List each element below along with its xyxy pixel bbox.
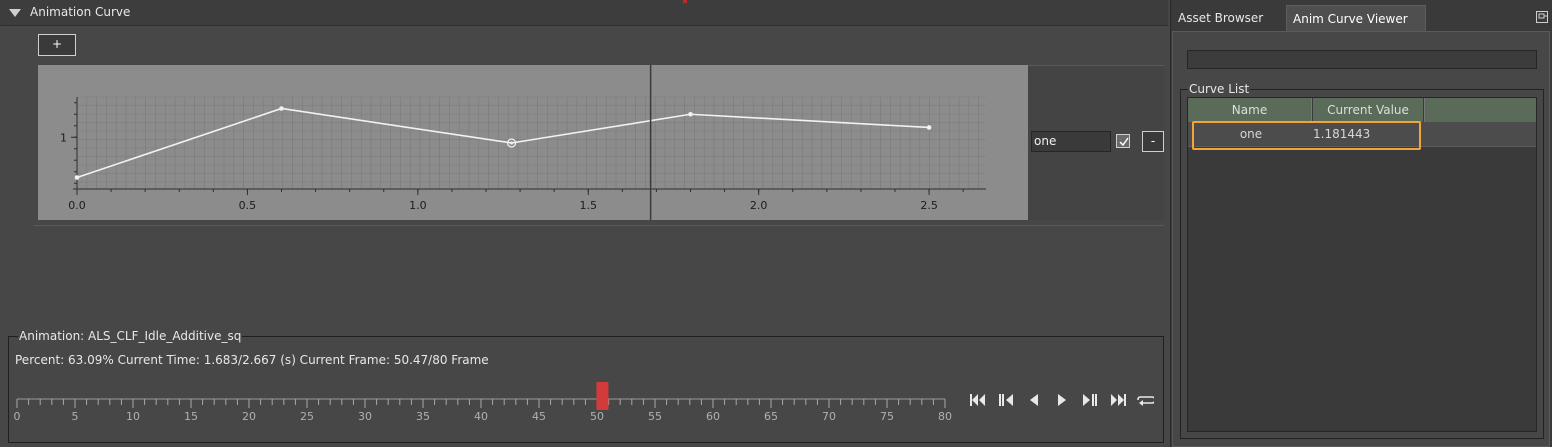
x-tick-label: 0.0: [68, 199, 86, 212]
column-header-current-value[interactable]: Current Value: [1313, 98, 1423, 122]
curve-name-input[interactable]: one: [1031, 131, 1111, 152]
tab-asset-browser[interactable]: Asset Browser: [1172, 7, 1286, 31]
step-forward-icon[interactable]: [1080, 390, 1100, 410]
curve-keyframe[interactable]: [688, 111, 693, 117]
curve-graph[interactable]: 0.0 0.5 1.0 1.5 2.0 2.5 1: [38, 65, 1028, 220]
y-tick-label: 1: [60, 131, 67, 144]
add-curve-button[interactable]: +: [38, 34, 76, 56]
curve-graph-svg[interactable]: 0.0 0.5 1.0 1.5 2.0 2.5 1: [38, 65, 1028, 220]
timeline-frame-label: 20: [242, 410, 256, 423]
timeline-frame-label: 25: [300, 410, 314, 423]
animation-stats: Percent: 63.09% Current Time: 1.683/2.66…: [15, 353, 489, 367]
play-reverse-icon[interactable]: [1024, 390, 1044, 410]
column-header-name[interactable]: Name: [1188, 98, 1312, 122]
curve-search-input[interactable]: [1187, 50, 1537, 69]
animation-legend: Animation: ALS_CLF_Idle_Additive_sq: [18, 329, 243, 343]
timeline-frame-label: 65: [764, 410, 778, 423]
x-tick-label: 2.5: [920, 199, 938, 212]
grid-lines: [76, 96, 986, 189]
column-header-filler: [1424, 98, 1536, 122]
animation-curve-header[interactable]: Animation Curve: [0, 0, 1168, 26]
timeline-frame-label: 50: [590, 410, 604, 423]
timeline-frame-label: 75: [880, 410, 894, 423]
timeline-frame-label: 40: [474, 410, 488, 423]
timeline-frame-label: 80: [938, 410, 952, 423]
selected-row-highlight: [1192, 121, 1421, 150]
skip-start-icon[interactable]: [968, 390, 988, 410]
transport-controls: [968, 390, 1160, 410]
loop-icon[interactable]: [1134, 390, 1154, 410]
curve-enabled-checkbox[interactable]: [1116, 134, 1130, 148]
skip-end-icon[interactable]: [1108, 390, 1128, 410]
timeline-frame-label: 30: [358, 410, 372, 423]
timeline-frame-label: 55: [648, 410, 662, 423]
frame-timeline[interactable]: 0 5 10 15 20 25 30 35 40 45 50 55 60 65 70 75 80: [10, 380, 966, 425]
timeline-frame-label: 0: [14, 410, 21, 423]
x-tick-label: 0.5: [239, 199, 257, 212]
x-tick-label: 2.0: [750, 199, 768, 212]
timeline-frame-label: 15: [184, 410, 198, 423]
x-tick-label: 1.5: [579, 199, 597, 212]
timeline-playhead[interactable]: [596, 382, 609, 410]
curve-keyframe[interactable]: [74, 175, 80, 180]
timeline-frame-label: 35: [416, 410, 430, 423]
curve-line[interactable]: [76, 107, 930, 179]
curve-list-legend: Curve List: [1188, 82, 1251, 96]
animation-curve-title: Animation Curve: [30, 5, 131, 19]
checkmark-icon: [1119, 137, 1129, 147]
timeline-frame-label: 10: [126, 410, 140, 423]
step-back-icon[interactable]: [996, 390, 1016, 410]
pin-icon[interactable]: [1536, 11, 1548, 23]
tab-anim-curve-viewer[interactable]: Anim Curve Viewer: [1286, 5, 1426, 31]
collapse-triangle-icon[interactable]: [9, 9, 21, 17]
timeline-frame-label: 70: [822, 410, 836, 423]
timeline-frame-label: 45: [532, 410, 546, 423]
panel-splitter-marker: [683, 0, 687, 3]
remove-curve-button[interactable]: -: [1142, 131, 1164, 152]
curve-keyframe-center: [510, 141, 514, 145]
editor-window: Animation Curve + 0.0 0.5 1.0 1.5 2.0 2.5 1 on…: [0, 0, 1552, 447]
curve-keyframe[interactable]: [279, 106, 284, 111]
curve-keyframe[interactable]: [926, 125, 932, 130]
timeline-frame-label: 5: [72, 410, 79, 423]
play-icon[interactable]: [1052, 390, 1072, 410]
x-tick-label: 1.0: [409, 199, 427, 212]
timeline-frame-label: 60: [706, 410, 720, 423]
